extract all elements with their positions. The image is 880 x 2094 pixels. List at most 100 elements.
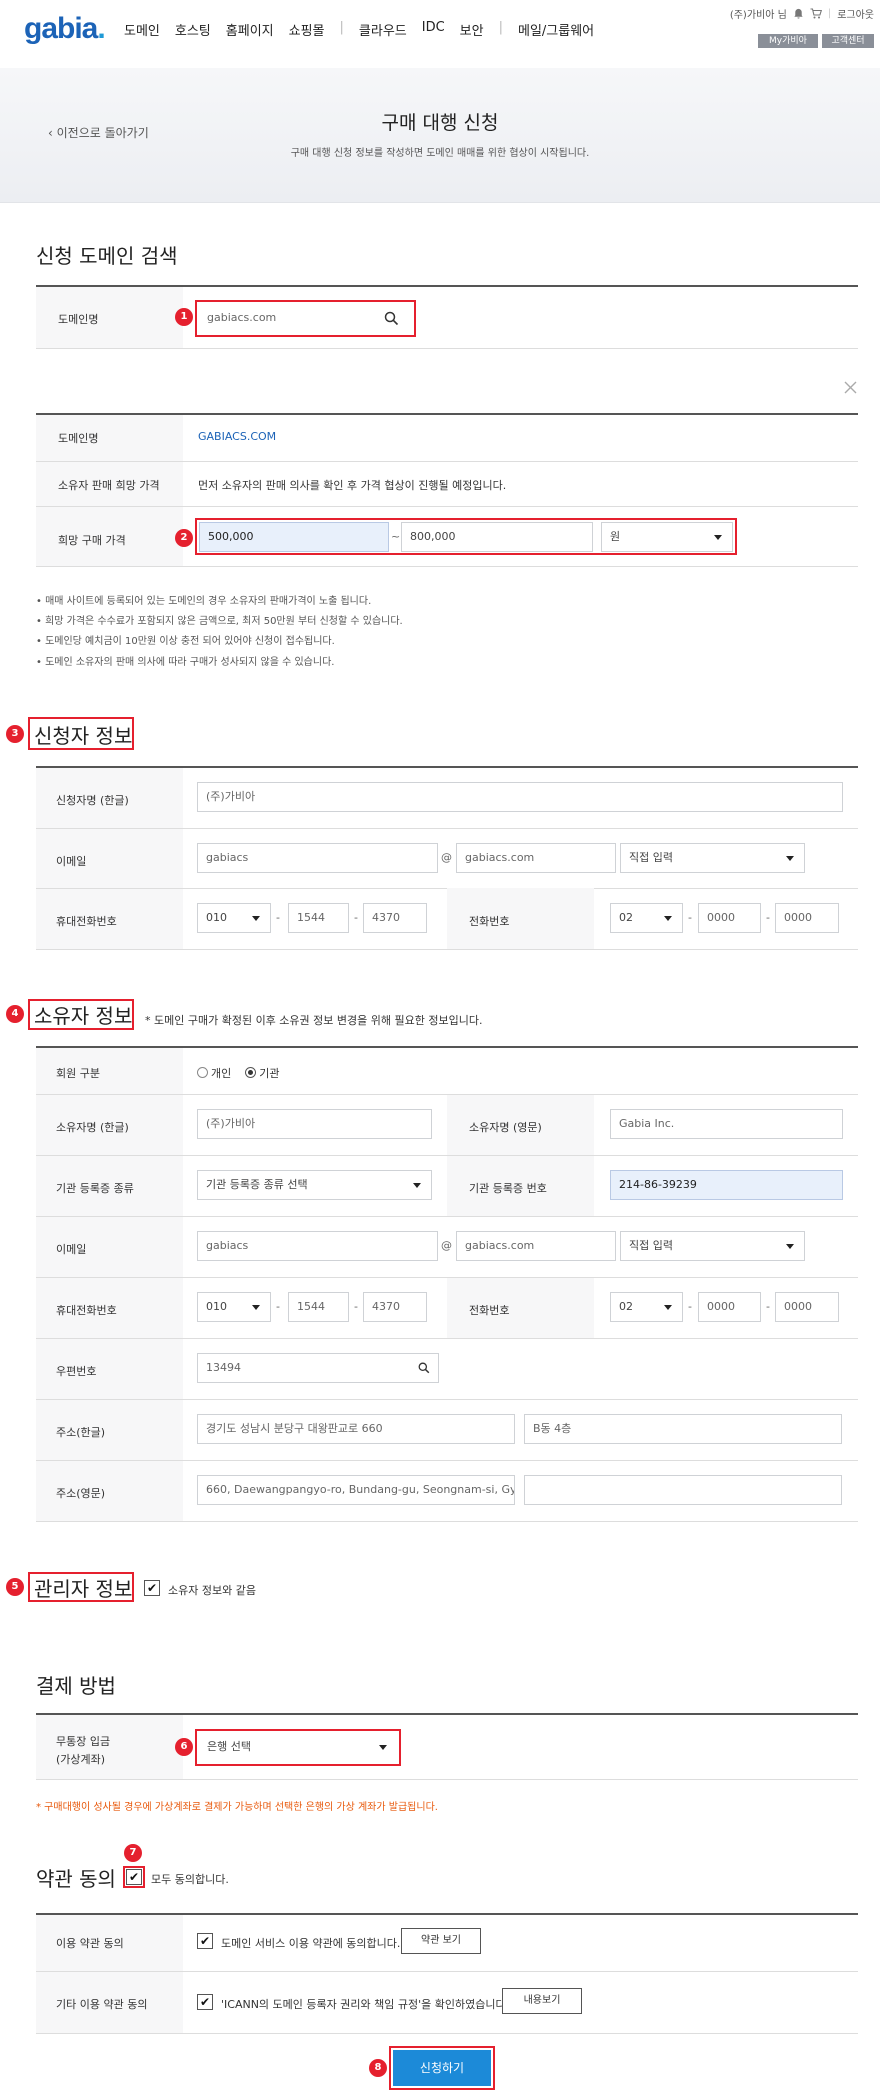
reg-number-input[interactable]: 214-86-39239	[610, 1170, 843, 1200]
divider	[36, 2033, 858, 2034]
owner-email-select[interactable]: 직접 입력	[620, 1231, 805, 1261]
dash: -	[276, 1300, 280, 1313]
cart-icon[interactable]	[810, 8, 822, 19]
owner-mobile-mid-input[interactable]: 1544	[288, 1292, 349, 1322]
owner-phone-prefix-select[interactable]: 02	[610, 1292, 683, 1322]
applicant-mobile-mid-input[interactable]: 1544	[288, 903, 349, 933]
close-icon[interactable]	[844, 381, 857, 394]
my-gabia-button[interactable]: My가비아	[758, 34, 818, 48]
check-icon: ✔	[199, 1995, 211, 2009]
owner-mobile-last-input[interactable]: 4370	[363, 1292, 427, 1322]
tos-label: 이용 약관 동의	[56, 1937, 124, 1950]
step-badge-3: 3	[6, 725, 24, 743]
applicant-email-label: 이메일	[56, 855, 87, 868]
tos-text: 도메인 서비스 이용 약관에 동의합니다.	[221, 1937, 401, 1950]
payment-label-sub: (가상계좌)	[56, 1753, 106, 1766]
agree-all-checkbox[interactable]: ✔	[126, 1869, 142, 1885]
at-sign: @	[441, 851, 452, 864]
divider	[36, 1460, 858, 1461]
owner-phone-mid-input[interactable]: 0000	[698, 1292, 761, 1322]
etc-terms-text: 'ICANN의 도메인 등록자 권리와 책임 규정'을 확인하였습니다.	[221, 1998, 510, 2011]
tos-checkbox[interactable]: ✔	[197, 1933, 213, 1949]
address-kr-input[interactable]: 경기도 성남시 분당구 대왕판교로 660	[197, 1414, 515, 1444]
owner-name-kr-label: 소유자명 (한글)	[56, 1121, 129, 1134]
nav-domain[interactable]: 도메인	[124, 20, 160, 39]
divider	[36, 828, 858, 829]
owner-name-kr-input[interactable]: (주)가비아	[197, 1109, 432, 1139]
currency-select[interactable]: 원	[601, 522, 733, 552]
divider	[36, 1338, 858, 1339]
check-icon: ✔	[128, 1870, 140, 1884]
zip-label: 우편번호	[56, 1365, 97, 1378]
owner-name-en-input[interactable]: Gabia Inc.	[610, 1109, 843, 1139]
tilde: ~	[391, 530, 401, 543]
view-etc-terms-button[interactable]: 내용보기	[502, 1988, 582, 2014]
note-2: • 희망 가격은 수수료가 포함되지 않은 금액으로, 최저 50만원 부터 신…	[36, 616, 403, 627]
same-as-owner-checkbox[interactable]: ✔	[144, 1580, 160, 1596]
user-name: (주)가비아 님	[729, 10, 787, 21]
address-en-input[interactable]: 660, Daewangpangyo-ro, Bundang-gu, Seong…	[197, 1475, 515, 1505]
price-max-input[interactable]: 800,000	[401, 522, 593, 552]
applicant-name-input[interactable]: (주)가비아	[197, 782, 843, 812]
applicant-email-select[interactable]: 직접 입력	[620, 843, 805, 873]
owner-phone-label: 전화번호	[469, 1304, 510, 1317]
submit-button[interactable]: 신청하기	[393, 2050, 491, 2086]
applicant-phone-last-input[interactable]: 0000	[775, 903, 839, 933]
wish-price-label: 희망 구매 가격	[58, 534, 126, 547]
bell-icon[interactable]	[793, 8, 804, 19]
nav-shoppingmall[interactable]: 쇼핑몰	[289, 20, 325, 39]
owner-phone-last-input[interactable]: 0000	[775, 1292, 839, 1322]
nav-mail[interactable]: 메일/그룹웨어	[518, 20, 594, 39]
label-cell	[36, 1915, 183, 2034]
applicant-email-id-input[interactable]: gabiacs	[197, 843, 438, 873]
bank-select[interactable]: 은행 선택	[199, 1733, 397, 1762]
divider	[36, 566, 858, 567]
owner-email-id-input[interactable]: gabiacs	[197, 1231, 438, 1261]
radio-personal[interactable]: 개인	[197, 1065, 231, 1081]
domain-search-input[interactable]: gabiacs.com	[199, 304, 412, 333]
reg-type-select[interactable]: 기관 등록증 종류 선택	[197, 1170, 432, 1200]
applicant-mobile-prefix-select[interactable]: 010	[197, 903, 271, 933]
address-en-label: 주소(영문)	[56, 1487, 106, 1500]
zip-search-icon[interactable]	[418, 1362, 430, 1374]
owner-mobile-prefix-select[interactable]: 010	[197, 1292, 271, 1322]
payment-label: 무통장 입금	[56, 1735, 111, 1748]
nav-cloud[interactable]: 클라우드	[359, 20, 407, 39]
divider	[36, 1971, 858, 1972]
step-badge-6: 6	[175, 1738, 193, 1756]
dash: -	[766, 911, 770, 924]
applicant-phone-mid-input[interactable]: 0000	[698, 903, 761, 933]
view-tos-button[interactable]: 약관 보기	[401, 1928, 481, 1954]
price-min-input[interactable]: 500,000	[199, 522, 389, 552]
owner-price-value: 먼저 소유자의 판매 의사를 확인 후 가격 협상이 진행될 예정입니다.	[198, 479, 507, 492]
agree-all-label: 모두 동의합니다.	[151, 1873, 229, 1886]
divider	[36, 506, 858, 507]
radio-organization[interactable]: 기관	[245, 1065, 280, 1081]
applicant-name-label: 신청자명 (한글)	[56, 794, 129, 807]
reg-number-label: 기관 등록증 번호	[469, 1182, 547, 1195]
divider	[36, 348, 858, 349]
nav-idc[interactable]: IDC	[422, 20, 445, 39]
step-badge-5: 5	[6, 1578, 24, 1596]
nav-hosting[interactable]: 호스팅	[175, 20, 211, 39]
address-kr-detail-input[interactable]: B동 4층	[524, 1414, 842, 1444]
step-badge-7: 7	[124, 1844, 142, 1862]
applicant-mobile-label: 휴대전화번호	[56, 915, 117, 928]
divider	[36, 461, 858, 462]
zip-input[interactable]: 13494	[197, 1353, 439, 1383]
address-en-detail-input[interactable]	[524, 1475, 842, 1505]
owner-email-domain-input[interactable]: gabiacs.com	[456, 1231, 616, 1261]
applicant-phone-prefix-select[interactable]: 02	[610, 903, 683, 933]
applicant-mobile-last-input[interactable]: 4370	[363, 903, 427, 933]
gabia-logo[interactable]: gabia.	[24, 12, 106, 46]
member-type-label: 회원 구분	[56, 1067, 100, 1080]
applicant-email-domain-input[interactable]: gabiacs.com	[456, 843, 616, 873]
etc-terms-checkbox[interactable]: ✔	[197, 1994, 213, 2010]
nav-divider: |	[339, 20, 344, 35]
step-badge-1: 1	[175, 308, 193, 326]
nav-security[interactable]: 보안	[460, 20, 484, 39]
search-icon[interactable]	[384, 311, 399, 326]
logout-link[interactable]: 로그아웃	[837, 6, 874, 21]
customer-center-button[interactable]: 고객센터	[822, 34, 874, 48]
nav-homepage[interactable]: 홈페이지	[226, 20, 274, 39]
